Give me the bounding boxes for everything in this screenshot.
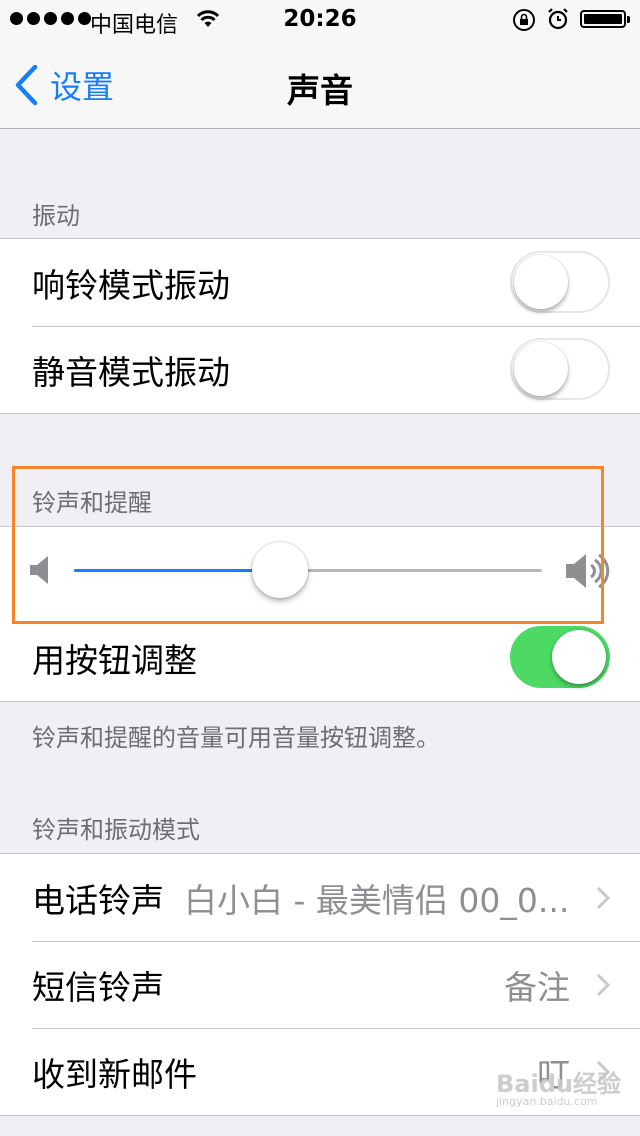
change-with-buttons-row: 用按钮调整 [0, 614, 640, 701]
vibrate-on-silent-row: 静音模式振动 [0, 326, 640, 413]
row-label: 电话铃声 [32, 880, 164, 920]
chevron-right-icon [596, 886, 610, 910]
navigation-bar: 设置 声音 [0, 40, 640, 129]
ringer-footer-note: 铃声和提醒的音量可用音量按钮调整。 [32, 724, 440, 752]
vibrate-group: 响铃模式振动 静音模式振动 [0, 238, 640, 414]
row-label: 静音模式振动 [32, 352, 230, 392]
chevron-right-icon [596, 973, 610, 997]
volume-low-icon [30, 555, 52, 589]
vibrate-on-ring-row: 响铃模式振动 [0, 239, 640, 326]
text-tone-row[interactable]: 短信铃声 备注 [0, 941, 640, 1028]
change-with-buttons-toggle[interactable] [510, 626, 610, 688]
watermark-text: Baidu经验 [496, 1070, 621, 1098]
alarm-icon [546, 7, 570, 37]
volume-slider-thumb[interactable] [251, 542, 308, 598]
rotation-lock-icon [512, 8, 536, 38]
vibrate-on-ring-toggle[interactable] [510, 251, 610, 313]
ringer-volume-row [0, 527, 640, 614]
row-value: 白小白 - 最美情侣 00_0... [184, 880, 570, 920]
battery-icon [580, 10, 630, 28]
status-bar: 中国电信 20:26 [0, 0, 640, 40]
ringer-group: 用按钮调整 [0, 526, 640, 702]
section-header-ringer: 铃声和提醒 [32, 489, 152, 517]
volume-slider-fill [74, 569, 280, 572]
section-header-vibrate: 振动 [32, 202, 80, 230]
row-label: 短信铃声 [32, 967, 164, 1007]
row-value: 备注 [504, 967, 570, 1007]
row-label: 用按钮调整 [32, 640, 197, 680]
volume-slider-track[interactable] [74, 569, 542, 572]
volume-high-icon [566, 551, 610, 595]
section-header-patterns: 铃声和振动模式 [32, 816, 200, 844]
row-label: 收到新邮件 [32, 1054, 197, 1094]
watermark: Baidu经验 jingyan.baidu.com [496, 1064, 621, 1108]
vibrate-on-silent-toggle[interactable] [510, 338, 610, 400]
row-label: 响铃模式振动 [32, 265, 230, 305]
status-time: 20:26 [283, 6, 357, 32]
page-title: 声音 [287, 71, 353, 110]
ringtone-row[interactable]: 电话铃声 白小白 - 最美情侣 00_0... [0, 854, 640, 941]
